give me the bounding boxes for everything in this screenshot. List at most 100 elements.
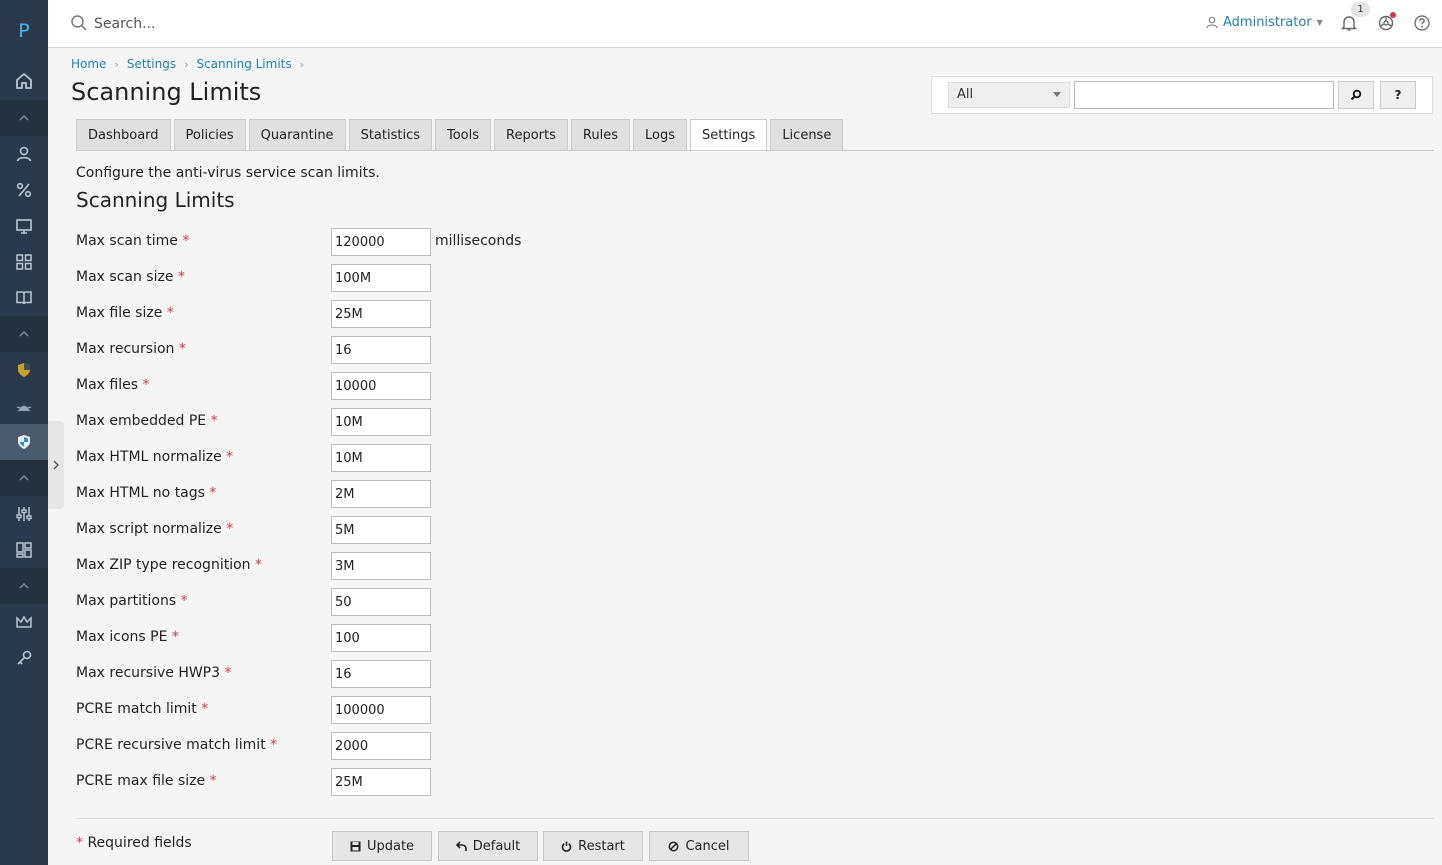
book-icon[interactable] [0,280,48,316]
breadcrumb-scanning-limits[interactable]: Scanning Limits [196,57,291,71]
breadcrumb-home[interactable]: Home [71,57,106,71]
field-label: PCRE recursive match limit * [76,737,278,753]
chevron-down-icon: ▼ [1316,18,1323,27]
sidebar-expand-handle[interactable] [48,421,64,509]
unit-label: milliseconds [435,233,522,249]
form-row-max-embedded-pe: Max embedded PE * [76,408,676,436]
field-label: Max HTML no tags * [76,485,217,501]
form-row-max-file-size: Max file size * [76,300,676,328]
collapse-section-icon[interactable] [0,568,48,604]
max-scan-size-input[interactable] [331,264,431,292]
user-icon [1206,16,1218,29]
field-label: Max files * [76,377,150,393]
dashboard-layout-icon[interactable] [0,532,48,568]
power-icon [561,841,572,852]
max-partitions-input[interactable] [331,588,431,616]
user-name: Administrator [1223,15,1312,30]
form-row-max-zip-type-recognition: Max ZIP type recognition * [76,552,676,580]
save-icon [350,841,361,851]
pcre-max-file-size-input[interactable] [331,768,431,796]
form-row-max-partitions: Max partitions * [76,588,676,616]
form-row-max-files: Max files * [76,372,676,400]
cancel-button[interactable]: Cancel [649,831,749,861]
field-label: Max scan time * [76,233,190,249]
field-label: Max embedded PE * [76,413,218,429]
footer-divider [76,818,1434,819]
field-label: Max scan size * [76,269,185,285]
tab-reports[interactable]: Reports [494,119,568,151]
crown-icon[interactable] [0,604,48,640]
max-file-size-input[interactable] [331,300,431,328]
cancel-icon [669,841,679,851]
tab-tools[interactable]: Tools [435,119,492,151]
tab-policies[interactable]: Policies [173,119,246,151]
user-icon[interactable] [0,136,48,172]
field-label: PCRE max file size * [76,773,217,789]
form-row-pcre-match-limit: PCRE match limit * [76,696,676,724]
tab-rules[interactable]: Rules [570,119,630,151]
tab-dashboard[interactable]: Dashboard [76,119,171,151]
notification-bell-icon[interactable] [1340,14,1358,32]
collapse-section-icon[interactable] [0,316,48,352]
tab-quarantine[interactable]: Quarantine [248,119,346,151]
filter-select[interactable]: All [948,82,1070,108]
max-embedded-pe-input[interactable] [331,408,431,436]
filter-help-button[interactable]: ? [1380,81,1416,109]
max-html-normalize-input[interactable] [331,444,431,472]
shield-gold-icon[interactable] [0,352,48,388]
tab-statistics[interactable]: Statistics [348,119,432,151]
monitor-icon[interactable] [0,208,48,244]
page-description: Configure the anti-virus service scan li… [76,165,380,181]
field-label: Max recursive HWP3 * [76,665,232,681]
max-recursion-input[interactable] [331,336,431,364]
help-icon[interactable] [1413,14,1431,32]
field-label: Max HTML normalize * [76,449,234,465]
form-row-max-scan-time: Max scan time * milliseconds [76,228,676,256]
antivirus-shield-icon[interactable] [0,424,48,460]
collapse-section-icon[interactable] [0,460,48,496]
max-script-normalize-input[interactable] [331,516,431,544]
tab-divider [76,150,1434,151]
tab-settings[interactable]: Settings [689,119,768,152]
max-icons-pe-input[interactable] [331,624,431,652]
collapse-section-icon[interactable] [0,100,48,136]
pcre-match-limit-input[interactable] [331,696,431,724]
search-icon [71,15,87,31]
filter-search-button[interactable] [1338,81,1374,109]
max-scan-time-input[interactable] [331,228,431,256]
chevron-right-icon: › [299,57,305,71]
field-label: Max recursion * [76,341,186,357]
max-zip-type-recognition-input[interactable] [331,552,431,580]
page-title: Scanning Limits [71,78,262,106]
home-icon[interactable] [0,62,48,100]
sliders-icon[interactable] [0,496,48,532]
spider-icon[interactable] [0,388,48,424]
field-label: Max icons PE * [76,629,179,645]
form-row-max-html-no-tags: Max HTML no tags * [76,480,676,508]
tab-license[interactable]: License [770,119,844,151]
app-logo[interactable]: P [0,0,48,62]
restart-button[interactable]: Restart [543,831,643,861]
form-row-max-recursive-hwp3: Max recursive HWP3 * [76,660,676,688]
form-row-max-scan-size: Max scan size * [76,264,676,292]
breadcrumb: Home › Settings › Scanning Limits › [71,57,304,71]
key-icon[interactable] [0,640,48,676]
apps-grid-icon[interactable] [0,244,48,280]
max-recursive-hwp3-input[interactable] [331,660,431,688]
update-button[interactable]: Update [332,831,432,861]
pcre-recursive-match-limit-input[interactable] [331,732,431,760]
dropdown-arrow-icon [1053,92,1061,97]
filter-search-input[interactable] [1074,81,1334,109]
max-files-input[interactable] [331,372,431,400]
max-html-no-tags-input[interactable] [331,480,431,508]
tab-bar: Dashboard Policies Quarantine Statistics… [76,119,844,152]
global-search-input[interactable] [94,12,494,36]
breadcrumb-settings[interactable]: Settings [127,57,176,71]
default-button[interactable]: Default [438,831,538,861]
tab-logs[interactable]: Logs [632,119,687,151]
percent-icon[interactable] [0,172,48,208]
chevron-right-icon [53,460,59,470]
user-menu[interactable]: Administrator ▼ [1206,15,1323,30]
filter-panel: All ? [931,76,1433,114]
form-row-max-recursion: Max recursion * [76,336,676,364]
